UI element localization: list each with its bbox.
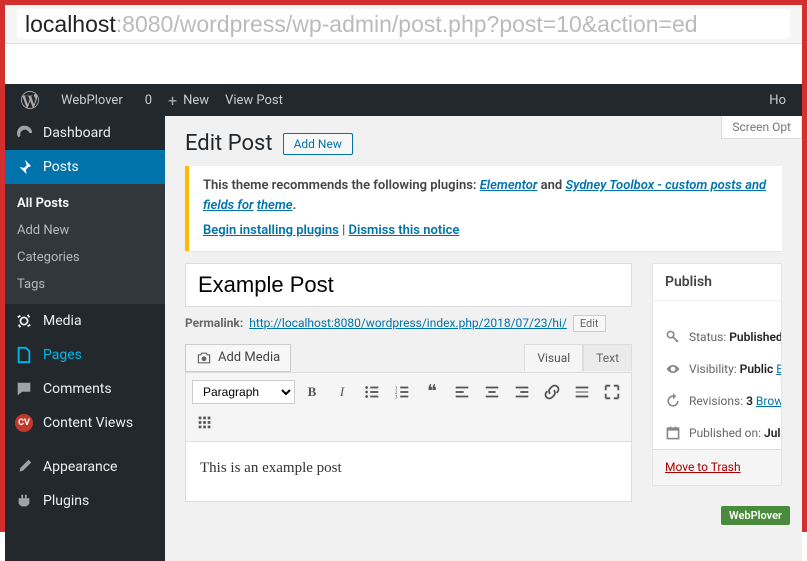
plus-icon: + — [168, 91, 177, 110]
screen-options-tab[interactable]: Screen Opt — [721, 116, 802, 139]
notice-plugin-elementor[interactable]: Elementor — [480, 178, 538, 193]
bold-button[interactable]: B — [299, 379, 325, 405]
sidebar-item-posts[interactable]: Posts — [5, 150, 165, 184]
quote-button[interactable]: ❝ — [419, 379, 445, 405]
page-icon — [15, 346, 33, 364]
new-label: New — [183, 93, 209, 108]
admin-sidebar: Dashboard Posts All Posts Add New Catego… — [5, 116, 165, 561]
comments-count: 0 — [145, 93, 152, 108]
tab-text[interactable]: Text — [583, 344, 632, 371]
wp-logo-icon[interactable] — [13, 91, 47, 109]
posts-submenu: All Posts Add New Categories Tags — [5, 184, 165, 304]
link-button[interactable] — [539, 379, 565, 405]
sub-add-new[interactable]: Add New — [5, 217, 165, 244]
url-field[interactable]: localhost:8080/wordpress/wp-admin/post.p… — [17, 9, 790, 39]
notice-plugin-sydney-2[interactable]: theme — [257, 198, 293, 213]
permalink-label: Permalink: — [185, 316, 243, 330]
pub-date: Published on: Jul — [653, 417, 781, 449]
calendar-icon — [665, 425, 681, 441]
sub-all-posts[interactable]: All Posts — [5, 190, 165, 217]
align-left-button[interactable] — [449, 379, 475, 405]
publish-heading: Publish — [653, 264, 781, 301]
align-center-button[interactable] — [479, 379, 505, 405]
post-editor[interactable]: This is an example post — [185, 442, 632, 502]
sidebar-label: Media — [43, 313, 82, 329]
camera-icon — [196, 350, 212, 366]
pub-revisions: Revisions: 3 Brow — [653, 385, 781, 417]
site-name: WebPlover — [61, 93, 123, 108]
view-post-link[interactable]: View Post — [217, 93, 291, 108]
format-select[interactable]: Paragraph — [192, 380, 295, 404]
eye-icon — [665, 361, 681, 377]
media-icon — [15, 312, 33, 330]
notice-lead: This theme recommends the following plug… — [203, 178, 480, 193]
align-right-button[interactable] — [509, 379, 535, 405]
howdy[interactable]: Ho — [761, 93, 794, 108]
site-link[interactable]: WebPlover — [47, 93, 131, 108]
pub-visibility: Visibility: Public E — [653, 353, 781, 385]
tab-visual[interactable]: Visual — [524, 344, 583, 371]
dismiss-notice-link[interactable]: Dismiss this notice — [349, 223, 460, 238]
add-media-button[interactable]: Add Media — [185, 344, 291, 372]
brush-icon — [15, 458, 33, 476]
visibility-edit-link[interactable]: E — [776, 362, 781, 376]
svg-text:3: 3 — [395, 394, 398, 400]
sidebar-label: Plugins — [43, 493, 89, 509]
page-title: Edit Post — [185, 131, 273, 156]
cv-badge-icon: CV — [15, 414, 33, 432]
gap — [5, 44, 802, 84]
kitchen-sink-button[interactable] — [192, 409, 218, 435]
plugin-notice: This theme recommends the following plug… — [185, 166, 782, 251]
italic-button[interactable]: I — [329, 379, 355, 405]
sidebar-item-plugins[interactable]: Plugins — [5, 484, 165, 518]
watermark-badge: WebPlover — [721, 506, 790, 525]
comment-icon — [15, 380, 33, 398]
move-to-trash-link[interactable]: Move to Trash — [665, 460, 741, 474]
comments-link[interactable]: 0 — [131, 93, 160, 108]
publish-box: Publish Status: Published Visibility: Pu… — [652, 263, 782, 486]
sidebar-label: Dashboard — [43, 125, 111, 141]
permalink-edit-button[interactable]: Edit — [573, 315, 606, 332]
url-rest: :8080/wordpress/wp-admin/post.php?post=1… — [116, 11, 698, 38]
content-area: Screen Opt Edit Post Add New This theme … — [165, 116, 802, 561]
dashboard-icon — [15, 124, 33, 142]
sub-categories[interactable]: Categories — [5, 244, 165, 271]
ul-button[interactable] — [359, 379, 385, 405]
ol-button[interactable]: 123 — [389, 379, 415, 405]
fullscreen-button[interactable] — [599, 379, 625, 405]
history-icon — [665, 393, 681, 409]
sidebar-label: Comments — [43, 381, 112, 397]
sidebar-item-media[interactable]: Media — [5, 304, 165, 338]
sidebar-item-pages[interactable]: Pages — [5, 338, 165, 372]
add-new-button[interactable]: Add New — [283, 133, 353, 155]
sidebar-item-content-views[interactable]: CV Content Views — [5, 406, 165, 440]
key-icon — [665, 329, 681, 345]
sidebar-label: Content Views — [43, 415, 133, 431]
plugin-icon — [15, 492, 33, 510]
new-link[interactable]: + New — [160, 91, 217, 110]
sidebar-label: Posts — [43, 159, 79, 175]
post-title-input[interactable] — [185, 263, 632, 307]
browser-urlbar: localhost:8080/wordpress/wp-admin/post.p… — [5, 5, 802, 44]
url-host: localhost — [25, 11, 116, 38]
revisions-browse-link[interactable]: Brow — [756, 394, 781, 408]
permalink-url[interactable]: http://localhost:8080/wordpress/index.ph… — [249, 316, 567, 330]
wp-adminbar: WebPlover 0 + New View Post Ho — [5, 84, 802, 116]
more-button[interactable] — [569, 379, 595, 405]
sidebar-label: Pages — [43, 347, 82, 363]
pin-icon — [15, 158, 33, 176]
pub-status: Status: Published — [653, 321, 781, 353]
sub-tags[interactable]: Tags — [5, 271, 165, 298]
editor-toolbar: Paragraph B I 123 ❝ — [185, 372, 632, 442]
sidebar-label: Appearance — [43, 459, 117, 475]
sidebar-item-comments[interactable]: Comments — [5, 372, 165, 406]
begin-installing-link[interactable]: Begin installing plugins — [203, 223, 339, 238]
sidebar-item-appearance[interactable]: Appearance — [5, 450, 165, 484]
sidebar-item-dashboard[interactable]: Dashboard — [5, 116, 165, 150]
